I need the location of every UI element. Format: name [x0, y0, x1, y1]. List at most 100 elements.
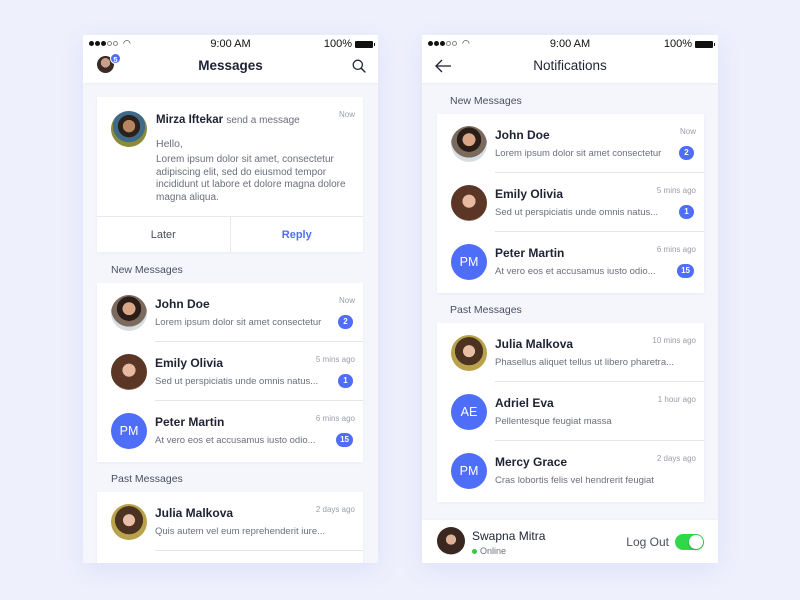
message-time: 6 mins ago [656, 245, 696, 254]
status-bar: ◠ 9:00 AM 100% [83, 35, 378, 53]
user-footer: Swapna Mitra Online Log Out [422, 520, 718, 563]
message-time: Now [338, 296, 355, 305]
avatar-initials: PM [111, 413, 147, 449]
contact-name: John Doe [155, 297, 210, 311]
message-preview: Quis autem vel eum reprehenderit iure... [155, 526, 326, 537]
message-time: 2 days ago [315, 505, 355, 514]
past-messages-list: Julia Malkova Phasellus aliquet tellus u… [437, 323, 704, 502]
section-label-new: New Messages [111, 264, 183, 276]
section-label-past: Past Messages [111, 473, 183, 485]
message-preview: At vero eos et accusamus iusto odio... [495, 266, 656, 277]
unread-badge: 2 [338, 315, 353, 329]
battery-percent: 100% [323, 38, 352, 50]
top-bar: ◠ 9:00 AM 100% 5 Messages [83, 35, 378, 83]
message-time: 6 mins ago [315, 414, 355, 423]
list-item[interactable]: Julia Malkova Quis autem vel eum reprehe… [97, 492, 363, 551]
logout-toggle[interactable] [675, 534, 704, 550]
message-time: 5 mins ago [315, 355, 355, 364]
search-icon[interactable] [352, 59, 366, 73]
battery-icon [355, 40, 375, 48]
avatar-initials: PM [451, 453, 487, 489]
contact-name: Mercy Grace [495, 455, 568, 469]
section-label-new: New Messages [450, 95, 522, 107]
list-item[interactable]: Julia Malkova Phasellus aliquet tellus u… [437, 323, 704, 382]
list-item[interactable]: Emily Olivia Sed ut perspiciatis unde om… [437, 173, 704, 232]
message-time: 2 days ago [656, 454, 696, 463]
reply-button[interactable]: Reply [231, 217, 364, 252]
past-messages-list: Julia Malkova Quis autem vel eum reprehe… [97, 492, 363, 563]
message-preview: Pellentesque feugiat massa [495, 416, 612, 427]
unread-badge: 1 [338, 374, 353, 388]
message-time: 1 hour ago [657, 395, 696, 404]
logout-label: Log Out [626, 535, 669, 549]
message-preview: Phasellus aliquet tellus ut libero phare… [495, 357, 675, 368]
message-actions: Later Reply [97, 216, 363, 252]
notifications-screen: ◠ 9:00 AM 100% Notifications New Message… [422, 35, 718, 563]
battery-percent: 100% [663, 38, 692, 50]
list-item[interactable]: AE Adriel Eva Pellentesque feugiat massa… [437, 382, 704, 441]
list-item[interactable]: John Doe Lorem ipsum dolor sit amet cons… [437, 114, 704, 173]
message-preview: Sed ut perspiciatis unde omnis natus... [495, 207, 659, 218]
avatar [111, 111, 147, 147]
top-bar: ◠ 9:00 AM 100% Notifications [422, 35, 718, 83]
avatar [451, 126, 487, 162]
message-preview: Cras lobortis felis vel hendrerit feugia… [495, 475, 654, 486]
contact-name: Peter Martin [155, 415, 225, 429]
nav-bar: Notifications [422, 53, 718, 83]
online-status-icon [472, 548, 477, 554]
status-bar: ◠ 9:00 AM 100% [422, 35, 718, 53]
featured-message-card[interactable]: Mirza Iftekar send a message Now Hello, … [97, 97, 363, 252]
unread-badge: 2 [679, 146, 694, 160]
unread-badge: 1 [679, 205, 694, 219]
list-item[interactable]: PM Peter Martin At vero eos et accusamus… [437, 232, 704, 291]
battery-indicator: 100% [663, 38, 715, 50]
list-item[interactable]: PM Peter Martin At vero eos et accusamus… [97, 401, 363, 460]
avatar [111, 354, 147, 390]
messages-screen: ◠ 9:00 AM 100% 5 Messages Mirza Iftekar … [83, 35, 378, 563]
user-avatar [437, 527, 465, 555]
contact-name: Peter Martin [495, 246, 565, 260]
contact-name: Julia Malkova [155, 506, 234, 520]
later-button[interactable]: Later [97, 217, 231, 252]
avatar [451, 185, 487, 221]
battery-indicator: 100% [323, 38, 375, 50]
avatar [111, 504, 147, 540]
message-preview: Lorem ipsum dolor sit amet consectetur [495, 148, 662, 159]
page-title: Notifications [533, 58, 607, 73]
contact-name: Adriel Eva [495, 396, 554, 410]
page-title: Messages [198, 58, 263, 73]
list-item[interactable]: PM Mercy Grace Cras lobortis felis vel h… [437, 441, 704, 500]
contact-name: Emily Olivia [495, 187, 564, 201]
message-preview: Lorem ipsum dolor sit amet consectetur [155, 317, 322, 328]
message-time: 10 mins ago [652, 336, 696, 345]
avatar [111, 295, 147, 331]
message-preview: At vero eos et accusamus iusto odio... [155, 435, 316, 446]
message-greeting: Hello, [156, 138, 183, 150]
toggle-knob [689, 535, 703, 549]
avatar-initials: AE [451, 394, 487, 430]
list-item[interactable]: John Doe Lorem ipsum dolor sit amet cons… [97, 283, 363, 342]
message-time: Now [338, 110, 355, 119]
unread-badge: 15 [677, 264, 694, 278]
section-label-past: Past Messages [450, 304, 522, 316]
unread-badge: 15 [336, 433, 353, 447]
sender-name: Mirza Iftekar [156, 114, 224, 126]
user-name: Swapna Mitra [472, 529, 546, 543]
new-messages-list: John Doe Lorem ipsum dolor sit amet cons… [97, 283, 363, 462]
message-time: 5 mins ago [656, 186, 696, 195]
new-messages-list: John Doe Lorem ipsum dolor sit amet cons… [437, 114, 704, 293]
message-time: Now [679, 127, 696, 136]
nav-bar: 5 Messages [83, 53, 378, 83]
list-item[interactable]: Emily Olivia Sed ut perspiciatis unde om… [97, 342, 363, 401]
avatar-initials: PM [451, 244, 487, 280]
user-status-text: Online [480, 546, 507, 556]
message-body: Lorem ipsum dolor sit amet, consectetur … [156, 154, 346, 204]
sender-action: send a message [226, 115, 300, 126]
battery-icon [695, 40, 715, 48]
contact-name: Julia Malkova [495, 337, 574, 351]
divider [155, 550, 363, 551]
avatar [451, 335, 487, 371]
message-preview: Sed ut perspiciatis unde omnis natus... [155, 376, 319, 387]
user-status: Online [472, 546, 506, 556]
contact-name: John Doe [495, 128, 550, 142]
